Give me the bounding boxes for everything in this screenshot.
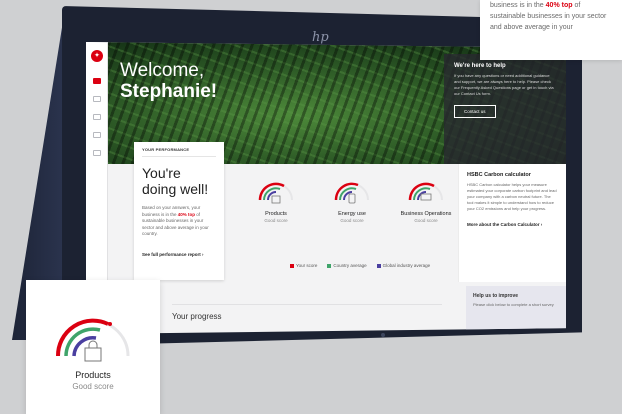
operations-gauge (408, 182, 443, 201)
score-name: Products (265, 211, 287, 217)
carbon-calculator-panel: HSBC Carbon calculator HSBC Carbon calcu… (458, 164, 566, 282)
improve-text: Please click below to complete a short s… (473, 302, 554, 307)
score-name: Business Operations (400, 211, 452, 217)
callout-score-status: Good score (72, 382, 114, 391)
score-status: Good score (340, 218, 364, 223)
user-name: Stephanie! (120, 81, 218, 102)
presentation-board-icon (420, 193, 432, 201)
help-text: If you have any questions or need additi… (454, 73, 554, 96)
legend-item: Country average (327, 263, 367, 268)
performance-text: Based on your answers, your business is … (142, 205, 209, 236)
callout-score-name: Products (75, 370, 111, 380)
welcome-heading: Welcome, Stephanie! (120, 60, 217, 102)
score-status: Good score (414, 218, 438, 223)
legend-item: Your score (290, 263, 317, 268)
plug-icon (348, 193, 356, 204)
help-title: We're here to help (454, 63, 506, 69)
shopping-bag-icon (84, 340, 102, 362)
legend-item: Global industry average (376, 263, 430, 268)
carbon-text: HSBC Carbon calculator helps your measur… (467, 182, 557, 211)
full-report-link[interactable]: See full performance report › (142, 252, 216, 257)
performance-heading: You're doing well! (142, 165, 209, 197)
carbon-title: HSBC Carbon calculator (467, 172, 531, 178)
note-highlight: 40% top (545, 2, 573, 9)
brand-logo-icon[interactable]: ✦ (91, 50, 103, 62)
energy-gauge (334, 182, 369, 204)
section-divider (172, 304, 442, 305)
performance-highlight: 40% top (177, 211, 196, 217)
carbon-calculator-link[interactable]: More about the Carbon Calculator › (467, 222, 558, 227)
bezel-sensor (381, 333, 385, 337)
score-legend: Your score Country average Global indust… (290, 263, 430, 268)
performance-note-callout: business is in the 40% top of sustainabl… (480, 0, 622, 60)
improve-title: Help us to improve (473, 293, 519, 299)
products-gauge (258, 182, 293, 204)
welcome-text: Welcome, (120, 60, 205, 81)
products-gauge-large (55, 318, 130, 362)
help-panel: We're here to help If you have any quest… (444, 54, 566, 164)
shopping-bag-icon (271, 195, 281, 204)
score-name: Energy use (338, 211, 366, 217)
dashboard-icon[interactable] (93, 78, 101, 84)
score-status: Good score (264, 218, 288, 223)
help-icon[interactable] (93, 150, 101, 156)
performance-card: YOUR PERFORMANCE You're doing well! Base… (134, 142, 224, 280)
calculator-icon[interactable] (93, 114, 101, 120)
progress-heading: Your progress (172, 312, 222, 321)
improve-panel[interactable]: Help us to improve Please click below to… (466, 286, 566, 334)
contact-us-button[interactable]: Contact us (454, 105, 496, 118)
score-energy-use[interactable]: Energy use Good score (320, 170, 384, 240)
score-business-operations[interactable]: Business Operations Good score (394, 170, 458, 240)
hp-logo: hp (312, 30, 329, 45)
score-products[interactable]: Products Good score (244, 170, 308, 240)
performance-tag: YOUR PERFORMANCE (142, 142, 216, 157)
products-score-callout: Products Good score (26, 280, 160, 414)
report-icon[interactable] (93, 96, 101, 102)
settings-icon[interactable] (93, 132, 101, 138)
